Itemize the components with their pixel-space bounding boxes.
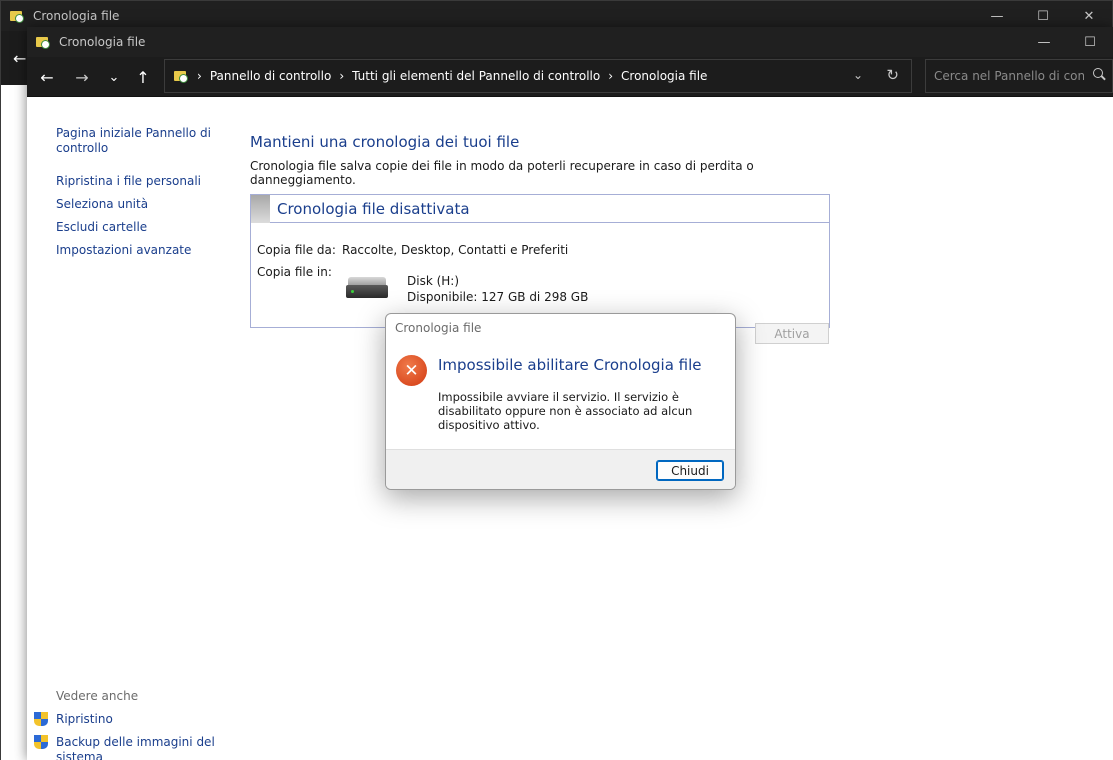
hard-drive-icon <box>346 277 388 299</box>
status-panel: Cronologia file disattivata Copia file d… <box>250 194 830 328</box>
sidebar-home-line2: controllo <box>56 141 109 155</box>
sidebar: Pagina iniziale Pannello di controllo Ri… <box>56 126 216 266</box>
breadcrumb-all-items[interactable]: Tutti gli elementi del Pannello di contr… <box>352 69 600 83</box>
sidebar-item-restore-files[interactable]: Ripristina i file personali <box>56 174 216 189</box>
search-icon[interactable] <box>1093 68 1106 81</box>
status-header: Cronologia file disattivata <box>251 194 829 223</box>
address-bar[interactable]: › Pannello di controllo › Tutti gli elem… <box>164 59 912 93</box>
chevron-down-icon[interactable]: ⌄ <box>853 68 863 82</box>
copy-from-value: Raccolte, Desktop, Contatti e Preferiti <box>342 243 569 257</box>
see-also-recovery[interactable]: Ripristino <box>34 712 216 727</box>
status-indicator <box>251 194 270 223</box>
background-back-icon[interactable]: ← <box>13 49 26 68</box>
sidebar-item-home[interactable]: Pagina iniziale Pannello di controllo <box>56 126 216 156</box>
sidebar-item-advanced-settings[interactable]: Impostazioni avanzate <box>56 243 216 258</box>
error-dialog: Cronologia file ✕ Impossibile abilitare … <box>385 313 736 490</box>
activate-button[interactable]: Attiva <box>755 323 829 344</box>
minimize-icon[interactable]: — <box>1021 27 1067 57</box>
dialog-footer: Chiudi <box>386 449 735 489</box>
maximize-icon[interactable]: ☐ <box>1067 27 1113 57</box>
breadcrumb-separator: › <box>339 69 345 83</box>
dialog-heading: Impossibile abilitare Cronologia file <box>438 356 702 374</box>
see-also-system-image-backup[interactable]: Backup delle immagini del sistema <box>34 735 216 760</box>
breadcrumb-separator: › <box>197 69 202 83</box>
background-window-title: Cronologia file <box>33 9 120 23</box>
search-input[interactable] <box>934 69 1084 83</box>
see-also-label: Vedere anche <box>56 689 139 703</box>
page-description: Cronologia file salva copie dei file in … <box>250 159 754 187</box>
main-content: Mantieni una cronologia dei tuoi file Cr… <box>250 133 850 328</box>
shield-icon <box>34 735 48 750</box>
back-arrow-icon[interactable]: ← <box>35 65 59 89</box>
main-window-title: Cronologia file <box>59 35 146 49</box>
sidebar-item-select-drive[interactable]: Seleziona unità <box>56 197 216 212</box>
see-also-system-image-backup-label: Backup delle immagini del sistema <box>56 735 215 760</box>
drive-name: Disk (H:) <box>407 274 460 288</box>
main-titlebar: Cronologia file — ☐ <box>27 27 1113 57</box>
drive-available-space: Disponibile: 127 GB di 298 GB <box>407 290 589 304</box>
navigation-bar: ← → ⌄ ↑ › Pannello di controllo › Tutti … <box>27 57 1113 97</box>
shield-icon <box>34 712 48 727</box>
see-also-recovery-label: Ripristino <box>56 712 113 726</box>
recent-locations-icon[interactable]: ⌄ <box>102 65 126 89</box>
refresh-icon[interactable]: ↻ <box>886 66 899 84</box>
copy-to-label: Copia file in: <box>257 265 332 279</box>
file-history-icon <box>35 34 51 50</box>
forward-arrow-icon[interactable]: → <box>70 65 94 89</box>
file-history-icon <box>173 68 189 84</box>
breadcrumb-file-history[interactable]: Cronologia file <box>621 69 707 83</box>
dialog-message: Impossibile avviare il servizio. Il serv… <box>438 390 693 432</box>
close-button[interactable]: Chiudi <box>656 460 724 481</box>
see-also-links: Ripristino Backup delle immagini del sis… <box>34 712 216 760</box>
dialog-title: Cronologia file <box>395 321 482 335</box>
error-icon: ✕ <box>396 355 427 386</box>
sidebar-item-exclude-folders[interactable]: Escludi cartelle <box>56 220 216 235</box>
page-title: Mantieni una cronologia dei tuoi file <box>250 133 520 151</box>
search-box[interactable] <box>925 59 1113 93</box>
main-window-controls: — ☐ <box>1021 27 1113 57</box>
file-history-icon <box>9 8 25 24</box>
status-title: Cronologia file disattivata <box>277 199 470 218</box>
background-content-area <box>1 85 29 760</box>
breadcrumb-control-panel[interactable]: Pannello di controllo <box>210 69 332 83</box>
sidebar-home-line1: Pagina iniziale Pannello di <box>56 126 211 140</box>
copy-from-label: Copia file da: <box>257 243 336 257</box>
up-arrow-icon[interactable]: ↑ <box>131 65 155 89</box>
breadcrumb-separator: › <box>608 69 614 83</box>
